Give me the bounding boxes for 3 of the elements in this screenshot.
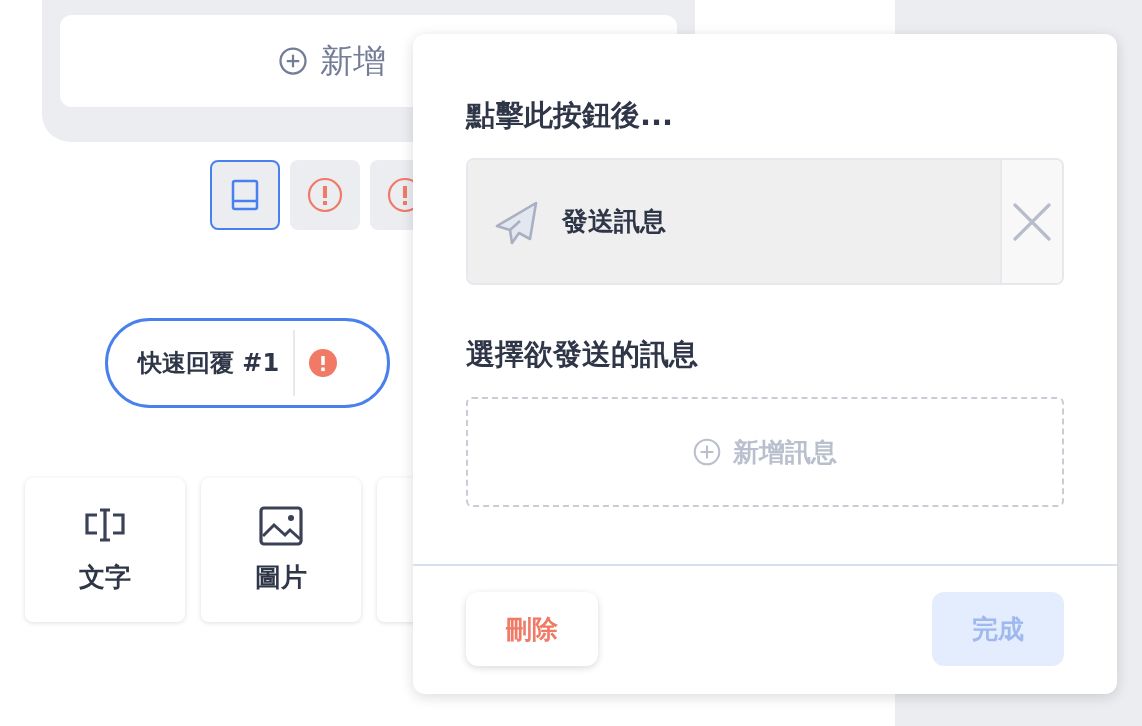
- action-label: 發送訊息: [562, 205, 666, 238]
- quick-reply-label: 快速回覆 #1: [138, 348, 280, 379]
- section-title: 選擇欲發送的訊息: [466, 336, 699, 373]
